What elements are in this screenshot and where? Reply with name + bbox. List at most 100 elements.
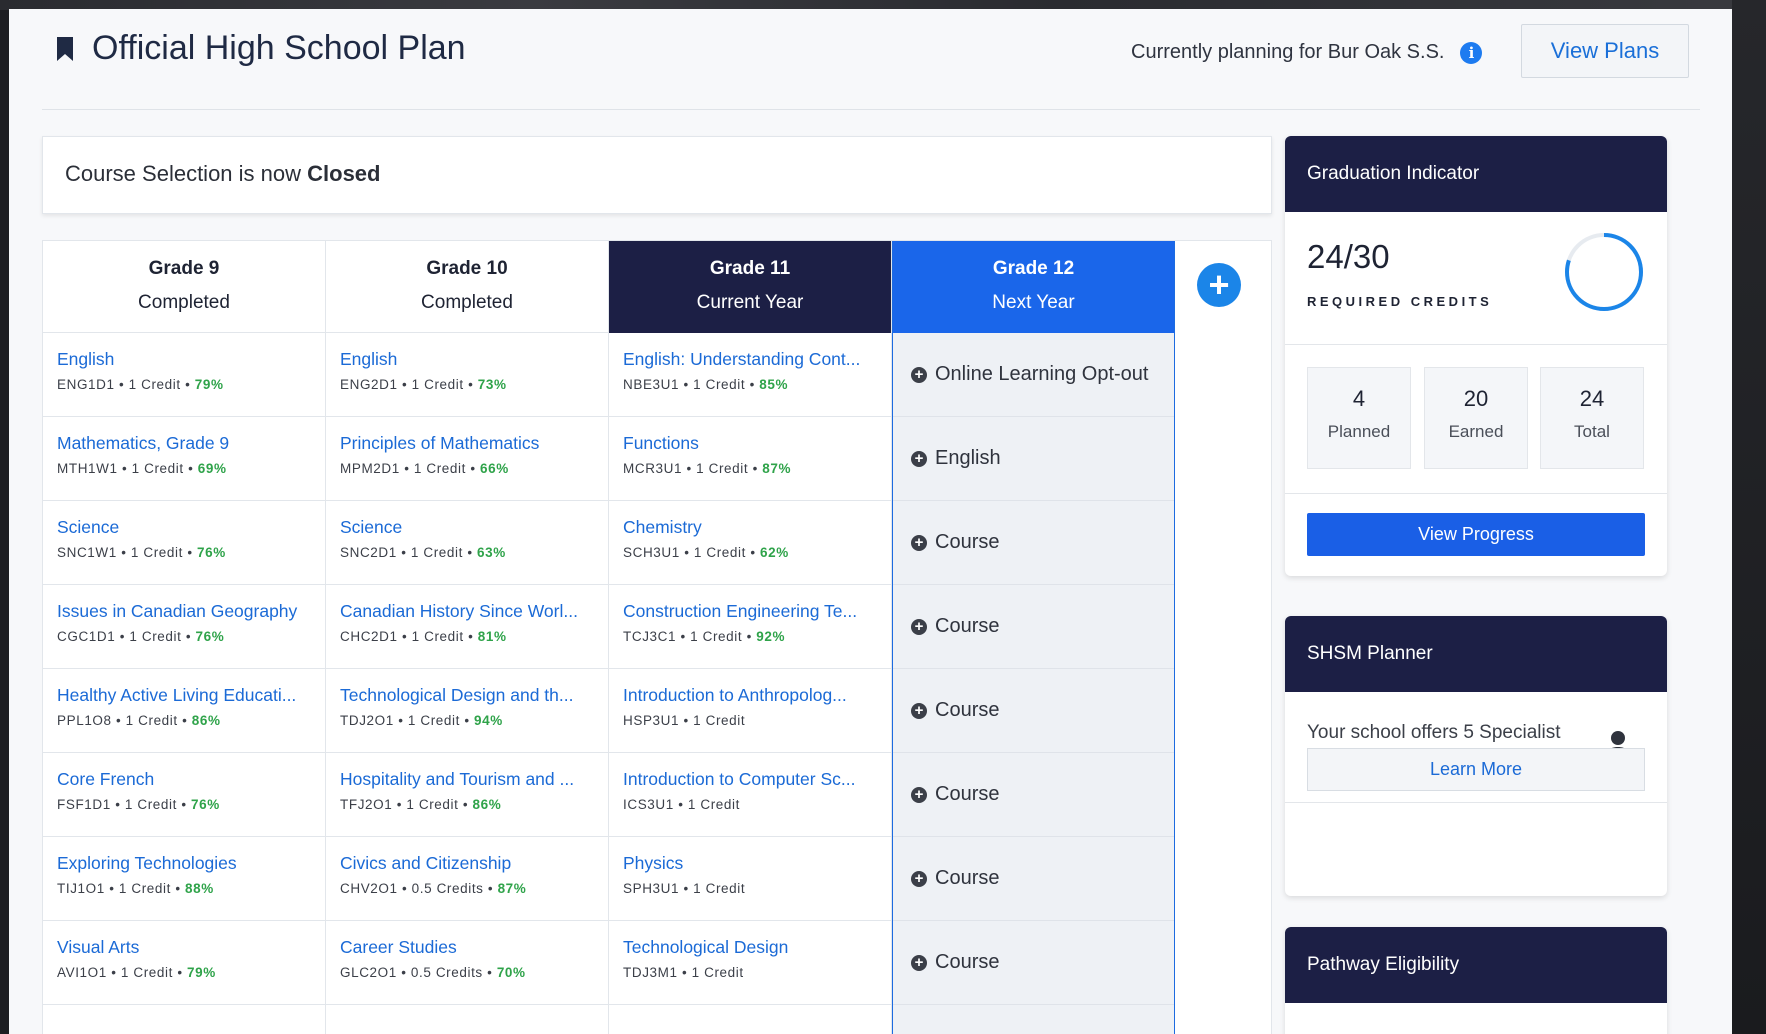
course-cell[interactable]: Technological Design and th... TDJ2O1 • 1… <box>326 669 608 753</box>
course-name[interactable]: Core French <box>57 769 319 790</box>
course-name[interactable]: Introduction to Computer Sc... <box>623 769 885 790</box>
course-credit: 0.5 Credits <box>410 965 483 980</box>
course-code: CGC1D1 <box>57 629 116 644</box>
course-name[interactable]: Mathematics, Grade 9 <box>57 433 319 454</box>
separator: • <box>396 545 411 560</box>
course-credit: 1 Credit <box>118 881 171 896</box>
add-course-slot[interactable]: + Course <box>893 837 1174 921</box>
course-name[interactable]: Canadian History Since Worl... <box>340 601 602 622</box>
course-cell[interactable]: Core French FSF1D1 • 1 Credit • 76% <box>43 753 325 837</box>
course-meta: SPH3U1 • 1 Credit <box>623 881 891 896</box>
course-cell[interactable]: Introduction to Anthropolog... HSP3U1 • 1… <box>609 669 891 753</box>
stat-value: 4 <box>1352 386 1366 411</box>
course-code: SNC1W1 <box>57 545 117 560</box>
separator: • <box>392 797 407 812</box>
slot-label: Course <box>935 615 1000 637</box>
course-name[interactable]: Introduction to Anthropolog... <box>623 685 885 706</box>
course-code: TFJ2O1 <box>340 797 393 812</box>
separator: • <box>181 629 196 644</box>
course-cell[interactable]: Hospitality and Tourism and ... TFJ2O1 • … <box>326 753 608 837</box>
separator: • <box>742 629 757 644</box>
add-course-slot[interactable]: + Course <box>893 669 1174 753</box>
course-name[interactable]: Civics and Citizenship <box>340 853 602 874</box>
course-name[interactable]: Exploring Technologies <box>57 853 319 874</box>
view-progress-button[interactable]: View Progress <box>1307 513 1645 556</box>
course-cell[interactable]: Mathematics, Grade 9 MTH1W1 • 1 Credit • … <box>43 417 325 501</box>
course-name[interactable]: English <box>57 349 319 370</box>
course-name[interactable]: Functions <box>623 433 885 454</box>
add-course-slot[interactable]: + Course <box>893 501 1174 585</box>
course-cell[interactable]: English ENG2D1 • 1 Credit • 73% <box>326 333 608 417</box>
course-cell[interactable]: Science SNC2D1 • 1 Credit • 63% <box>326 501 608 585</box>
background-right <box>1732 0 1766 1034</box>
course-grade: 85% <box>759 377 789 392</box>
separator: • <box>182 545 198 560</box>
course-name[interactable]: Career Studies <box>340 937 602 958</box>
course-name[interactable]: Physics <box>623 853 885 874</box>
learn-more-button[interactable]: Learn More <box>1307 748 1645 791</box>
course-grade: 86% <box>191 713 221 728</box>
course-cell[interactable]: Issues in Canadian Geography CGC1D1 • 1 C… <box>43 585 325 669</box>
course-cell[interactable]: Exploring Technologies TIJ1O1 • 1 Credit … <box>43 837 325 921</box>
add-course-slot[interactable]: + Course <box>893 921 1174 1005</box>
course-meta: MPM2D1 • 1 Credit • 66% <box>340 461 608 476</box>
info-icon[interactable]: i <box>1460 41 1483 64</box>
add-course-slot[interactable]: + Course <box>893 753 1174 837</box>
course-name[interactable]: Issues in Canadian Geography <box>57 601 319 622</box>
course-name[interactable]: Healthy Active Living Educati... <box>57 685 319 706</box>
add-course-slot[interactable]: + English <box>893 417 1174 501</box>
course-cell[interactable]: Physics SPH3U1 • 1 Credit <box>609 837 891 921</box>
year-column-grade-9: Grade 9 Completed English ENG1D1 • 1 Cred… <box>43 241 326 1034</box>
course-name[interactable]: Technological Design and th... <box>340 685 602 706</box>
pathway-eligibility-title: Pathway Eligibility <box>1285 927 1667 1003</box>
course-name[interactable]: Visual Arts <box>57 937 319 958</box>
course-cell[interactable]: Functions MCR3U1 • 1 Credit • 87% <box>609 417 891 501</box>
course-cell[interactable]: Canadian History Since Worl... CHC2D1 • 1… <box>326 585 608 669</box>
add-year-button[interactable]: + <box>1197 263 1241 307</box>
course-credit: 1 Credit <box>696 461 749 476</box>
course-cell[interactable]: Visual Arts AVI1O1 • 1 Credit • 79% <box>43 921 325 1005</box>
course-name[interactable]: Science <box>340 517 602 538</box>
pathway-eligibility-card: Pathway Eligibility <box>1285 927 1667 1034</box>
course-grade: 81% <box>477 629 507 644</box>
course-cell[interactable]: English ENG1D1 • 1 Credit • 79% <box>43 333 325 417</box>
course-cell[interactable]: Healthy Active Living Educati... PPL1O8 •… <box>43 669 325 753</box>
course-cell[interactable]: Chemistry SCH3U1 • 1 Credit • 62% <box>609 501 891 585</box>
course-cell[interactable]: Principles of Mathematics MPM2D1 • 1 Cred… <box>326 417 608 501</box>
separator: • <box>745 377 760 392</box>
separator: • <box>114 377 129 392</box>
shsm-planner-card: SHSM Planner Your school offers 5 Specia… <box>1285 616 1667 896</box>
course-meta: CHC2D1 • 1 Credit • 81% <box>340 629 608 644</box>
course-name[interactable]: English: Understanding Cont... <box>623 349 885 370</box>
course-cell[interactable]: Science SNC1W1 • 1 Credit • 76% <box>43 501 325 585</box>
course-credit: 1 Credit <box>411 377 464 392</box>
slot-label: Course <box>935 951 1000 973</box>
course-name[interactable]: Technological Design <box>623 937 885 958</box>
course-cell[interactable]: Technological Design TDJ3M1 • 1 Credit <box>609 921 891 1005</box>
course-name[interactable]: English <box>340 349 602 370</box>
add-course-slot[interactable]: + Online Learning Opt-out <box>893 333 1174 417</box>
view-plans-button[interactable]: View Plans <box>1521 24 1689 78</box>
banner-text: Course Selection is now Closed <box>65 161 380 187</box>
slot-label: Online Learning Opt-out <box>935 363 1149 385</box>
year-label: Grade 9 <box>148 258 220 279</box>
separator: • <box>396 965 411 980</box>
separator: • <box>748 461 763 476</box>
course-cell[interactable]: Construction Engineering Te... TCJ3C1 • 1… <box>609 585 891 669</box>
course-meta: TFJ2O1 • 1 Credit • 86% <box>340 797 608 812</box>
course-name[interactable]: Hospitality and Tourism and ... <box>340 769 602 790</box>
course-cell[interactable]: Career Studies GLC2O1 • 0.5 Credits • 70% <box>326 921 608 1005</box>
stat-value: 24 <box>1579 386 1605 411</box>
separator: • <box>458 797 473 812</box>
course-credit: 1 Credit <box>407 713 460 728</box>
course-credit: 1 Credit <box>131 461 184 476</box>
course-name[interactable]: Principles of Mathematics <box>340 433 602 454</box>
course-name[interactable]: Science <box>57 517 319 538</box>
course-name[interactable]: Construction Engineering Te... <box>623 601 885 622</box>
course-cell[interactable]: Introduction to Computer Sc... ICS3U1 • 1… <box>609 753 891 837</box>
course-cell[interactable]: Civics and Citizenship CHV2O1 • 0.5 Credi… <box>326 837 608 921</box>
course-name[interactable]: Chemistry <box>623 517 885 538</box>
course-cell[interactable]: English: Understanding Cont... NBE3U1 • 1… <box>609 333 891 417</box>
add-course-slot[interactable]: + Course <box>893 585 1174 669</box>
course-code: TCJ3C1 <box>623 629 677 644</box>
